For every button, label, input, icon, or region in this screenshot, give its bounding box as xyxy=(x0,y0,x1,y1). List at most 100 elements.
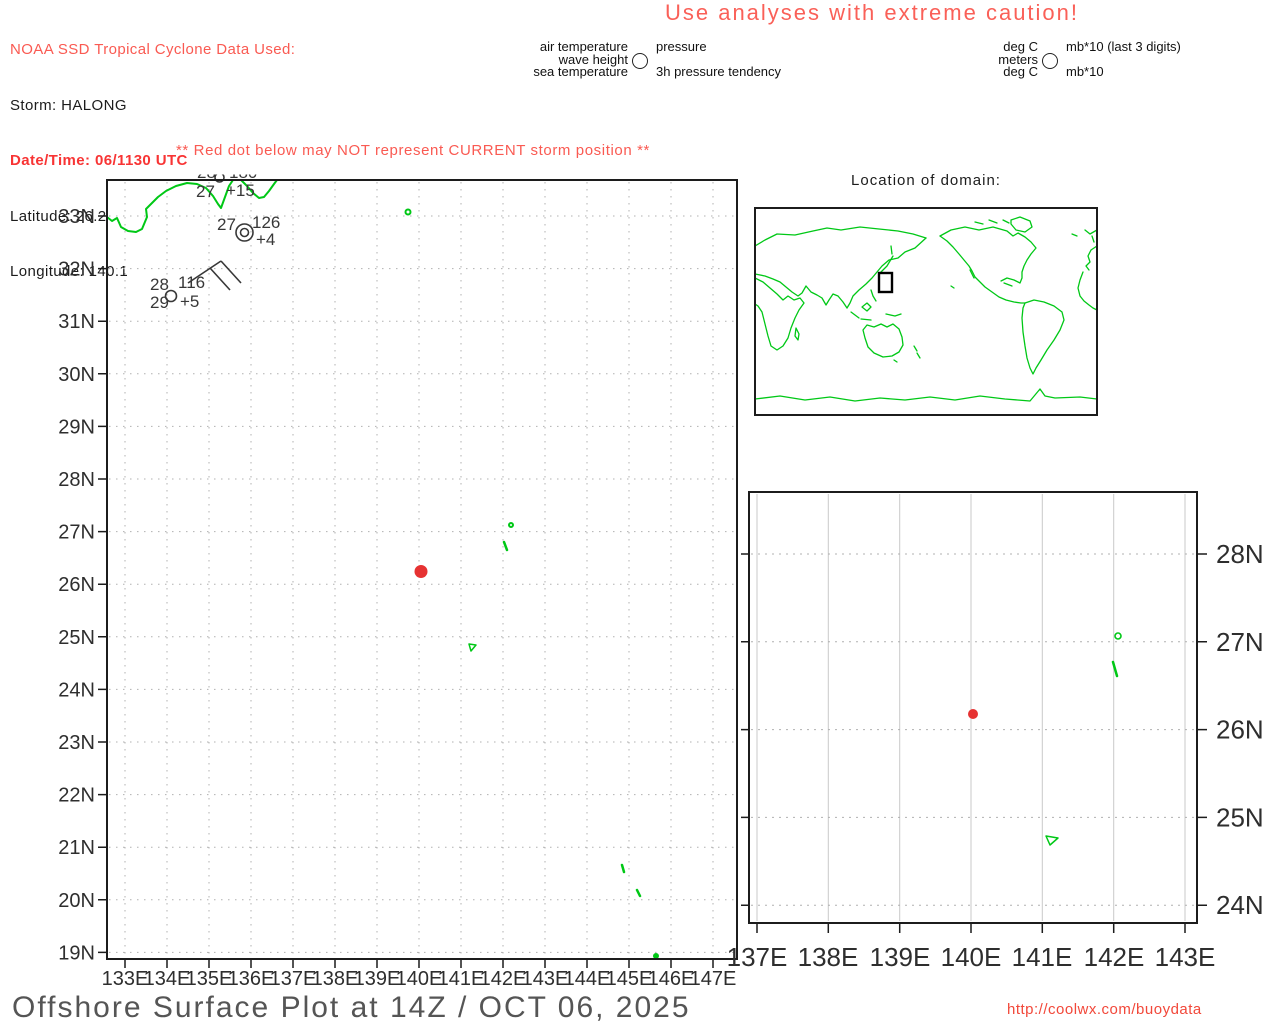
island-iwojima xyxy=(468,643,477,652)
island-madagascar xyxy=(794,327,800,341)
lon-label-146e: 146E xyxy=(648,968,695,990)
island-sakhalin xyxy=(890,245,893,255)
lat-label-19n: 19N xyxy=(58,942,95,964)
lat-label-28n: 28N xyxy=(58,469,95,491)
island-new-zealand xyxy=(913,345,921,359)
island-chichijima xyxy=(508,522,514,528)
coast-south-asia xyxy=(755,273,848,309)
station-plot-2: 27 126 +4 xyxy=(217,213,280,249)
zoom-island-iwojima xyxy=(1045,835,1059,846)
lon-label-137e: 137E xyxy=(270,968,317,990)
coast-north-america-west xyxy=(939,235,1026,304)
lat-label-27n: 27N xyxy=(58,522,95,544)
coast-japan xyxy=(878,255,894,275)
station2-air-temp: 27 xyxy=(217,215,236,234)
zoom-map-lat-axis: 28N 27N 26N 25N 24N xyxy=(1216,539,1264,920)
island-hawaii xyxy=(950,285,955,289)
zoom-map-grid xyxy=(751,494,1195,921)
zoom-lon-137e: 137E xyxy=(727,942,788,972)
station2-wave-circle-inner xyxy=(239,227,250,238)
offshore-surface-plot: NOAA SSD Tropical Cyclone Data Used: Sto… xyxy=(0,0,1280,1024)
station3-pressure: 116 xyxy=(178,273,205,292)
island-java xyxy=(860,318,872,321)
world-coastlines xyxy=(755,216,1097,402)
lon-label-142e: 142E xyxy=(480,968,527,990)
storm-dot-main xyxy=(414,565,428,578)
main-map-left-ticks xyxy=(98,215,107,954)
zoom-map-bottom-ticks xyxy=(756,923,1186,933)
lon-label-136e: 136E xyxy=(228,968,275,990)
zoom-map-right-ticks xyxy=(1197,553,1207,906)
footer-url: http://coolwx.com/buoydata xyxy=(1007,1001,1202,1018)
lon-label-143e: 143E xyxy=(522,968,569,990)
plot-canvas: 28 180 27 +15 27 126 +4 28 116 29 xyxy=(58,158,1264,990)
lon-label-139e: 139E xyxy=(354,968,401,990)
lat-label-32n: 32N xyxy=(58,259,95,281)
island-new-guinea xyxy=(885,313,902,317)
axis-ticks xyxy=(98,215,1207,968)
arctic-islands xyxy=(974,219,1010,225)
station3-sea-temp: 29 xyxy=(150,293,169,312)
lon-label-135e: 135E xyxy=(186,968,233,990)
zoom-lon-139e: 139E xyxy=(870,942,931,972)
footer-plot-title: Offshore Surface Plot at 14Z / OCT 06, 2… xyxy=(12,991,691,1024)
station-plot-3: 28 116 29 +5 xyxy=(150,260,242,312)
zoom-lon-141e: 141E xyxy=(1012,942,1073,972)
station1-clip-mask xyxy=(190,158,276,175)
lat-label-25n: 25N xyxy=(58,627,95,649)
island-mariana-3 xyxy=(653,953,659,959)
coast-west-africa-edge xyxy=(1077,271,1097,311)
lat-label-22n: 22N xyxy=(58,785,95,807)
zoom-island-chichijima xyxy=(1114,632,1122,640)
lon-label-138e: 138E xyxy=(312,968,359,990)
zoom-map-grid-vertical xyxy=(756,494,1186,921)
island-hachijojima xyxy=(404,208,412,216)
world-map-canvas xyxy=(755,216,1097,402)
island-mariana-2 xyxy=(635,888,642,898)
lat-label-33n: 33N xyxy=(58,206,95,228)
island-borneo xyxy=(861,302,872,312)
coast-siberia xyxy=(755,226,927,247)
lat-label-21n: 21N xyxy=(58,837,95,859)
lat-label-30n: 30N xyxy=(58,364,95,386)
zoom-map-left-ticks xyxy=(741,553,749,906)
zoom-map-islands xyxy=(1045,632,1122,846)
island-tasmania xyxy=(893,359,898,363)
lat-label-26n: 26N xyxy=(58,574,95,596)
zoom-lat-28n: 28N xyxy=(1216,539,1264,569)
island-mariana-1 xyxy=(620,863,626,874)
zoom-lon-142e: 142E xyxy=(1084,942,1145,972)
island-greenland xyxy=(1010,216,1033,233)
coast-antarctica xyxy=(755,388,1097,402)
lat-label-20n: 20N xyxy=(58,890,95,912)
island-sumatra xyxy=(850,311,860,319)
zoom-lat-25n: 25N xyxy=(1216,802,1264,832)
main-map-bottom-ticks xyxy=(124,959,714,968)
island-hahajima xyxy=(502,540,509,552)
station1-sea-temp: 27 xyxy=(196,182,215,201)
zoom-map-lon-axis: 137E 138E 139E 140E 141E 142E 143E xyxy=(727,942,1216,972)
coast-south-america xyxy=(1021,299,1065,375)
storm-dot-zoom xyxy=(968,709,978,719)
lon-label-134e: 134E xyxy=(144,968,191,990)
zoom-lon-140e: 140E xyxy=(941,942,1002,972)
station2-wave-circle-outer xyxy=(235,223,254,242)
station1-tendency: +15 xyxy=(226,181,255,200)
domain-rectangle xyxy=(877,271,894,294)
main-map-lon-axis: 133E 134E 135E 136E 137E 138E 139E 140E … xyxy=(102,968,737,990)
zoom-map-frame xyxy=(748,491,1198,924)
zoom-map-grid-horizontal xyxy=(751,553,1195,906)
lon-label-133e: 133E xyxy=(102,968,149,990)
island-cuba xyxy=(1003,282,1013,287)
zoom-lon-138e: 138E xyxy=(798,942,859,972)
coast-europe-edge xyxy=(1084,229,1097,271)
lon-label-141e: 141E xyxy=(438,968,485,990)
island-philippines xyxy=(870,289,877,302)
station2-tendency: +4 xyxy=(256,230,275,249)
lon-label-140e: 140E xyxy=(396,968,443,990)
island-iceland xyxy=(1071,233,1078,237)
main-map-grid-horizontal xyxy=(109,215,735,953)
world-inset-map xyxy=(754,207,1098,416)
zoom-lat-24n: 24N xyxy=(1216,890,1264,920)
zoom-lat-27n: 27N xyxy=(1216,627,1264,657)
